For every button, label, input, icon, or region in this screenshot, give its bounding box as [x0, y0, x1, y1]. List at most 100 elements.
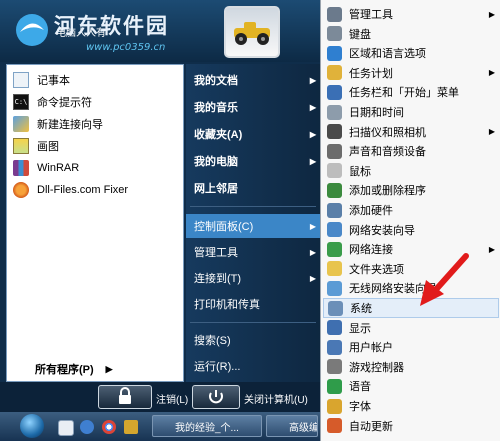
pinned-programs-pane: 记事本 C:\ 命令提示符 新建连接向导 画图 WinRAR Dll-Files…	[6, 64, 184, 382]
places-item-admin-tools[interactable]: 管理工具 ▶	[186, 240, 322, 264]
hardware-icon	[327, 202, 342, 218]
scanner-icon	[327, 124, 342, 140]
places-item-my-computer[interactable]: 我的电脑 ▶	[186, 149, 322, 173]
control-panel-item-label: 游戏控制器	[349, 361, 404, 374]
taskbar-task-advanced[interactable]: 高级编	[266, 415, 318, 437]
control-panel-item-label: 网络安装向导	[349, 224, 415, 237]
places-item-favorites[interactable]: 收藏夹(A) ▶	[186, 122, 322, 146]
control-panel-item[interactable]: 无线网络安装向导	[323, 278, 499, 298]
control-panel-item[interactable]: 任务栏和「开始」菜单	[323, 82, 499, 102]
places-item-my-documents[interactable]: 我的文档 ▶	[186, 68, 322, 92]
users-icon	[327, 339, 342, 355]
quicklaunch-ie-icon[interactable]	[58, 420, 74, 436]
speaker-icon	[327, 143, 342, 159]
control-panel-item[interactable]: 网络连接 ▶	[323, 239, 499, 259]
control-panel-item[interactable]: 扫描仪和照相机 ▶	[323, 122, 499, 142]
start-button[interactable]	[20, 414, 44, 438]
user-avatar[interactable]	[224, 6, 280, 58]
add-remove-icon	[327, 182, 342, 198]
control-panel-item[interactable]: 系统	[323, 298, 499, 318]
control-panel-item[interactable]: 区域和语言选项	[323, 43, 499, 63]
shutdown-label[interactable]: 关闭计算机(U)	[244, 391, 308, 406]
pinned-item-label: WinRAR	[37, 162, 80, 174]
cmd-icon: C:\	[13, 94, 29, 110]
pinned-item-label: 命令提示符	[37, 97, 92, 109]
arrow-right-icon: ▶	[488, 68, 495, 78]
places-item-label: 网上邻居	[194, 183, 238, 195]
control-panel-item-label: 显示	[349, 322, 371, 335]
places-divider	[190, 322, 316, 323]
pinned-item-dll-fixer[interactable]: Dll-Files.com Fixer	[13, 179, 128, 201]
admin-tools-icon	[327, 6, 342, 22]
keyboard-icon	[327, 26, 342, 42]
control-panel-item-label: 日期和时间	[349, 107, 404, 119]
places-item-network[interactable]: 网上邻居	[186, 176, 322, 200]
places-item-run[interactable]: 运行(R)...	[186, 354, 322, 378]
control-panel-item[interactable]: 键盘	[323, 24, 499, 44]
control-panel-item-label: 自动更新	[349, 420, 393, 433]
places-item-label: 打印机和传真	[194, 299, 260, 311]
pinned-item-winrar[interactable]: WinRAR	[13, 157, 79, 179]
places-item-printers[interactable]: 打印机和传真	[186, 292, 322, 316]
control-panel-item[interactable]: 显示	[323, 318, 499, 338]
places-item-label: 连接到(T)	[194, 273, 242, 285]
control-panel-item[interactable]: 声音和音频设备	[323, 141, 499, 161]
quicklaunch-folder-icon[interactable]	[124, 420, 138, 434]
control-panel-item[interactable]: 文件夹选项	[323, 259, 499, 279]
places-item-label: 我的电脑	[194, 156, 238, 168]
taskbar-task-label: 高级编	[289, 422, 318, 434]
taskbar-task-experience[interactable]: 我的经验_个...	[152, 415, 262, 437]
logoff-label[interactable]: 注销(L)	[156, 391, 188, 406]
shutdown-button[interactable]	[192, 385, 240, 409]
places-pane: 我的文档 ▶ 我的音乐 ▶ 收藏夹(A) ▶ 我的电脑 ▶ 网上邻居 控制面板(C) ▶ …	[186, 64, 322, 382]
control-panel-item[interactable]: 语音	[323, 376, 499, 396]
fonts-icon	[327, 398, 342, 414]
pinned-item-notepad[interactable]: 记事本	[13, 69, 70, 91]
arrow-right-icon: ▶	[309, 102, 316, 112]
places-divider	[190, 206, 316, 207]
places-item-label: 管理工具	[194, 247, 238, 259]
gamepad-icon	[327, 359, 342, 375]
control-panel-item-label: 区域和语言选项	[349, 48, 426, 61]
pinned-item-connection-wizard[interactable]: 新建连接向导	[13, 113, 103, 135]
arrow-right-icon: ▶	[105, 363, 113, 374]
control-panel-item[interactable]: 自动更新	[323, 416, 499, 436]
arrow-right-icon: ▶	[488, 9, 495, 19]
control-panel-item[interactable]: 任务计划 ▶	[323, 63, 499, 83]
places-item-label: 运行(R)...	[194, 361, 241, 373]
control-panel-item[interactable]: 日期和时间	[323, 102, 499, 122]
arrow-right-icon: ▶	[309, 129, 316, 139]
watermark-url: www.pc0359.cn	[86, 42, 166, 53]
control-panel-item[interactable]: 鼠标	[323, 161, 499, 181]
quicklaunch-chrome-icon[interactable]	[102, 420, 116, 434]
control-panel-item[interactable]: 字体	[323, 396, 499, 416]
arrow-right-icon: ▶	[309, 75, 316, 85]
control-panel-item-label: 系统	[350, 303, 372, 315]
places-item-search[interactable]: 搜索(S)	[186, 328, 322, 352]
power-icon	[209, 390, 223, 404]
control-panel-item[interactable]: 网络安装向导	[323, 220, 499, 240]
quicklaunch-browser-icon[interactable]	[80, 420, 94, 434]
network-wizard-icon	[327, 222, 342, 238]
control-panel-item[interactable]: 用户帐户	[323, 337, 499, 357]
red-arrow-annotation	[420, 253, 469, 306]
control-panel-item[interactable]: 管理工具 ▶	[323, 4, 499, 24]
start-menu: 电脑人人有 河东软件园 www.pc0359.cn 记事本 C:\ 命令提示符 …	[0, 0, 322, 412]
pinned-item-cmd[interactable]: C:\ 命令提示符	[13, 91, 92, 113]
network-icon	[327, 241, 342, 257]
control-panel-item[interactable]: 添加或删除程序	[323, 180, 499, 200]
places-item-control-panel[interactable]: 控制面板(C) ▶	[186, 214, 322, 238]
places-item-my-music[interactable]: 我的音乐 ▶	[186, 95, 322, 119]
pinned-item-paint[interactable]: 画图	[13, 135, 59, 157]
control-panel-item-label: 字体	[349, 401, 371, 413]
logoff-button[interactable]	[98, 385, 152, 409]
control-panel-item-label: 扫描仪和照相机	[349, 126, 426, 139]
places-item-label: 我的音乐	[194, 102, 238, 114]
control-panel-item[interactable]: 添加硬件	[323, 200, 499, 220]
places-item-label: 收藏夹(A)	[194, 129, 243, 141]
all-programs-button[interactable]: 所有程序(P) ▶	[35, 361, 113, 377]
wireless-icon	[327, 280, 342, 296]
places-item-connect-to[interactable]: 连接到(T) ▶	[186, 266, 322, 290]
pinned-item-label: 画图	[37, 141, 59, 153]
control-panel-item[interactable]: 游戏控制器	[323, 357, 499, 377]
